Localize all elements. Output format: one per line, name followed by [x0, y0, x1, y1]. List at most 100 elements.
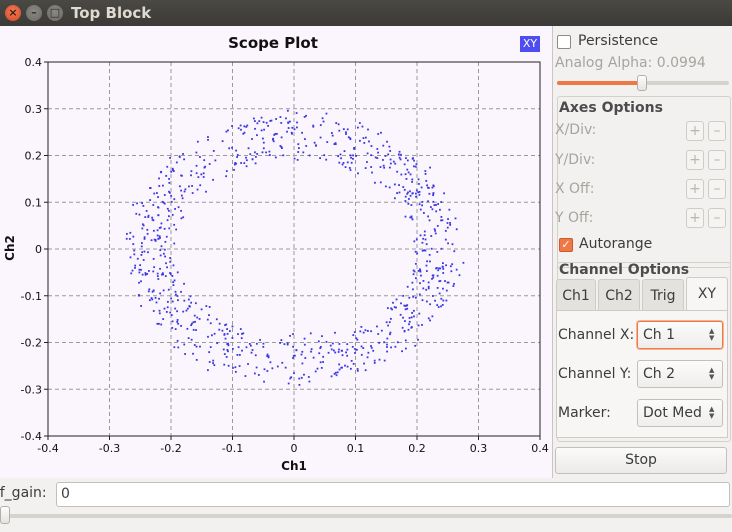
- scatter-point: [170, 314, 173, 317]
- scatter-point: [323, 154, 326, 157]
- scatter-point: [166, 266, 168, 269]
- spin-arrows-icon: ▲ ▼: [709, 366, 715, 381]
- scatter-point: [260, 129, 263, 132]
- rf-gain-slider[interactable]: [0, 514, 732, 518]
- scatter-point: [169, 272, 171, 274]
- scatter-point: [280, 136, 283, 139]
- scatter-point: [173, 242, 176, 245]
- window-titlebar[interactable]: × – □ Top Block: [0, 0, 732, 26]
- scatter-point: [225, 175, 228, 178]
- scatter-point: [192, 352, 194, 355]
- scatter-point: [404, 320, 406, 322]
- scope-plot-canvas[interactable]: -0.4 -0.3 -0.2 -0.1 0 0.1 0.2 0.3 0.4 0.40.30.20…: [0, 26, 552, 478]
- close-window-icon[interactable]: ×: [5, 5, 21, 21]
- scatter-point: [274, 132, 277, 135]
- y-div-minus-button[interactable]: –: [708, 150, 726, 170]
- x-div-minus-button[interactable]: –: [708, 121, 726, 141]
- scatter-point: [172, 281, 175, 284]
- tab-xy[interactable]: XY: [686, 277, 728, 311]
- x-div-label: X/Div:: [555, 122, 597, 138]
- scatter-point: [268, 150, 271, 153]
- scope-plot-area[interactable]: -0.4 -0.3 -0.2 -0.1 0 0.1 0.2 0.3 0.4 0.4 0.3 0.2 0…: [0, 26, 552, 478]
- scatter-point: [333, 372, 336, 375]
- x-off-plus-button[interactable]: +: [686, 179, 704, 199]
- scatter-point: [404, 173, 407, 176]
- marker-select[interactable]: Dot Med ▲ ▼: [637, 399, 723, 427]
- scatter-point: [382, 164, 385, 167]
- scatter-point: [154, 296, 157, 299]
- scatter-point: [379, 166, 382, 168]
- minimize-window-icon[interactable]: –: [26, 5, 42, 21]
- scatter-point: [208, 163, 211, 165]
- scatter-point: [239, 124, 242, 127]
- persistence-checkbox[interactable]: [557, 35, 571, 49]
- scatter-point: [402, 186, 405, 188]
- x-off-minus-button[interactable]: –: [708, 179, 726, 199]
- scatter-point: [392, 160, 395, 163]
- scatter-point: [357, 126, 359, 129]
- scatter-point: [319, 345, 322, 348]
- scatter-point: [208, 314, 210, 317]
- tab-ch1[interactable]: Ch1: [556, 279, 596, 311]
- scatter-point: [378, 341, 381, 344]
- scatter-point: [336, 371, 339, 374]
- channel-y-value: Ch 2: [643, 366, 676, 382]
- scatter-point: [425, 288, 428, 291]
- channel-y-select[interactable]: Ch 2 ▲ ▼: [637, 360, 723, 388]
- rf-gain-input[interactable]: 0: [56, 482, 730, 507]
- scatter-point: [345, 133, 347, 135]
- scatter-point: [383, 166, 386, 169]
- y-off-plus-button[interactable]: +: [686, 208, 704, 228]
- scatter-point: [352, 363, 355, 365]
- y-div-plus-button[interactable]: +: [686, 150, 704, 170]
- analog-alpha-slider-thumb[interactable]: [637, 75, 647, 91]
- scatter-point: [253, 151, 256, 154]
- x-div-plus-button[interactable]: +: [686, 121, 704, 141]
- scatter-point: [275, 118, 278, 120]
- scatter-point: [424, 173, 427, 175]
- rf-gain-slider-thumb[interactable]: [0, 506, 10, 524]
- scatter-point: [147, 216, 150, 218]
- scatter-point: [403, 188, 406, 191]
- scatter-point: [207, 138, 209, 141]
- scatter-point: [377, 333, 380, 335]
- scatter-point: [333, 143, 336, 145]
- scatter-point: [421, 299, 424, 302]
- scatter-point: [152, 204, 155, 206]
- scatter-point: [310, 350, 312, 353]
- channel-x-select[interactable]: Ch 1 ▲ ▼: [637, 321, 723, 349]
- scatter-point: [156, 272, 159, 275]
- xy-mode-badge[interactable]: XY: [520, 36, 540, 52]
- scatter-point: [346, 343, 349, 346]
- scatter-points: [125, 109, 465, 386]
- tab-trig[interactable]: Trig: [642, 279, 684, 311]
- tab-ch2[interactable]: Ch2: [598, 279, 640, 311]
- scatter-point: [254, 354, 257, 357]
- scatter-point: [437, 203, 440, 205]
- scatter-point: [447, 218, 449, 220]
- scatter-point: [224, 324, 226, 327]
- scatter-point: [404, 347, 407, 350]
- axes-options-title: Axes Options: [559, 100, 663, 116]
- scatter-point: [370, 346, 373, 349]
- y-off-minus-button[interactable]: –: [708, 208, 726, 228]
- maximize-window-icon[interactable]: □: [47, 5, 63, 21]
- scatter-point: [355, 155, 357, 157]
- scatter-point: [423, 234, 426, 237]
- spin-arrows-icon: ▲ ▼: [709, 327, 715, 342]
- scatter-point: [377, 133, 380, 135]
- scatter-point: [331, 134, 334, 137]
- stop-button[interactable]: Stop: [555, 447, 727, 474]
- autorange-checkbox[interactable]: ✓: [559, 238, 573, 252]
- scatter-point: [366, 356, 369, 359]
- scatter-point: [380, 329, 383, 332]
- scatter-point: [160, 245, 163, 248]
- scatter-point: [185, 309, 188, 312]
- scatter-point: [171, 213, 174, 216]
- scatter-point: [142, 204, 145, 207]
- scatter-point: [231, 336, 234, 339]
- scatter-point: [279, 145, 282, 147]
- scatter-point: [176, 339, 179, 342]
- scatter-point: [350, 156, 352, 159]
- scatter-point: [140, 280, 142, 283]
